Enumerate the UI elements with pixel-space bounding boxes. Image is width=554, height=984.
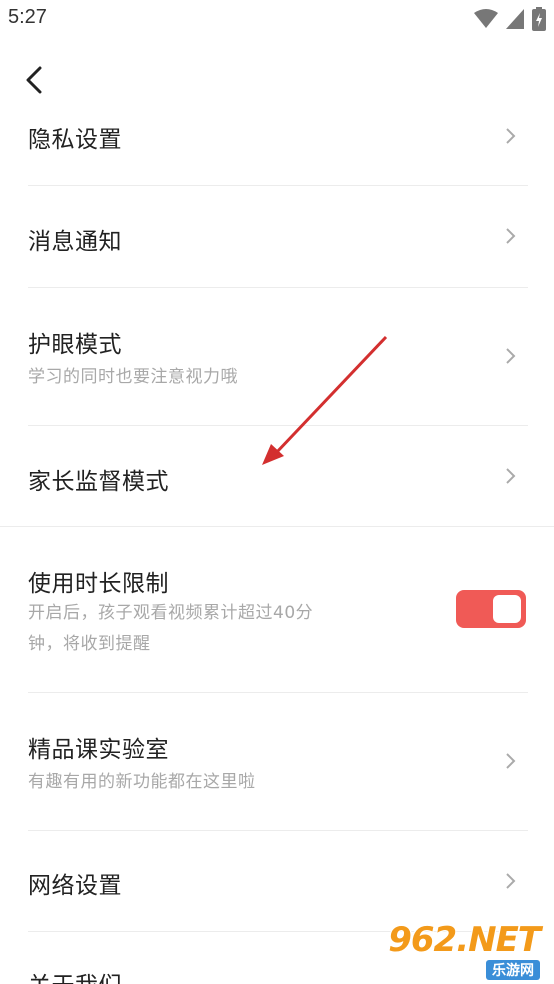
chevron-right-icon xyxy=(506,128,516,144)
usage-limit-subtitle-line1: 开启后，孩子观看视频累计超过40分 xyxy=(28,603,314,623)
battery-charging-icon xyxy=(532,7,546,31)
toggle-knob xyxy=(493,595,521,623)
usage-limit-toggle[interactable] xyxy=(456,590,526,628)
eye-care-subtitle: 学习的同时也要注意视力哦 xyxy=(28,367,238,387)
settings-screen: 5:27 隐私设置 消息通知 护眼模式 学习的同时也要注意视力哦 家长监督模式 … xyxy=(0,0,554,984)
wifi-icon xyxy=(474,9,498,28)
privacy-settings-row[interactable]: 隐私设置 xyxy=(0,108,554,186)
chevron-right-icon xyxy=(506,468,516,484)
network-settings-row[interactable]: 网络设置 xyxy=(0,831,554,931)
lab-row[interactable]: 精品课实验室 有趣有用的新功能都在这里啦 xyxy=(0,693,554,830)
watermark-bottom-text: 乐游网 xyxy=(486,960,540,980)
network-settings-title: 网络设置 xyxy=(28,873,122,899)
chevron-right-icon xyxy=(506,873,516,889)
chevron-right-icon xyxy=(506,753,516,769)
parental-supervision-title: 家长监督模式 xyxy=(28,469,169,495)
eye-care-title: 护眼模式 xyxy=(28,332,122,358)
notifications-title: 消息通知 xyxy=(28,229,122,255)
signal-icon xyxy=(506,9,524,29)
lab-title: 精品课实验室 xyxy=(28,737,169,763)
back-button[interactable] xyxy=(18,62,50,98)
status-icons xyxy=(474,7,546,31)
about-us-title: 关于我们 xyxy=(28,966,122,984)
notifications-row[interactable]: 消息通知 xyxy=(0,186,554,287)
watermark-logo: 962.NET 乐游网 xyxy=(388,920,548,982)
chevron-right-icon xyxy=(506,348,516,364)
privacy-settings-title: 隐私设置 xyxy=(28,127,122,153)
status-time: 5:27 xyxy=(8,6,47,28)
chevron-right-icon xyxy=(506,228,516,244)
lab-subtitle: 有趣有用的新功能都在这里啦 xyxy=(28,772,256,792)
parental-supervision-row[interactable]: 家长监督模式 xyxy=(0,426,554,526)
watermark-top-text: 962.NET xyxy=(388,920,541,960)
usage-limit-title: 使用时长限制 xyxy=(28,571,169,597)
eye-care-row[interactable]: 护眼模式 学习的同时也要注意视力哦 xyxy=(0,288,554,425)
back-arrow-icon xyxy=(26,66,42,94)
usage-limit-subtitle-line2: 钟，将收到提醒 xyxy=(28,634,151,654)
status-bar: 5:27 xyxy=(0,0,554,38)
usage-limit-row: 使用时长限制 开启后，孩子观看视频累计超过40分 钟，将收到提醒 xyxy=(0,527,554,692)
